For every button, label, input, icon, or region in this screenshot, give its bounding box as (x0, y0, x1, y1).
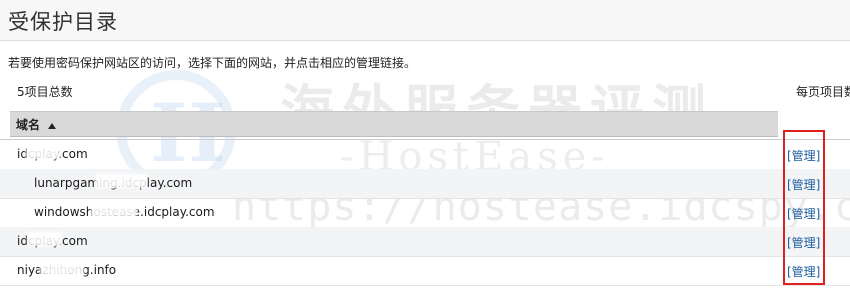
page: 受保护目录 若要使用密码保护网站区的访问，选择下面的网站，并点击相应的管理链接。… (0, 0, 850, 290)
table-row: lunarpgaming.idcplay.com [管理] (0, 169, 850, 199)
table-row: niyazhihong.info [管理] (0, 256, 850, 286)
items-total-count: 5项目总数 (17, 85, 73, 99)
page-header: 受保护目录 (0, 0, 850, 41)
row-domain: niyazhihong.info (17, 263, 117, 277)
row-domain: idcplay.com (17, 147, 88, 161)
page-title: 受保护目录 (8, 10, 118, 34)
table-row: windowshostease.idcplay.com [管理] (0, 198, 850, 228)
table-row: idcplay.com [管理] (0, 140, 850, 170)
row-domain: idcplay.com (17, 234, 88, 248)
domain-header-text[interactable]: 域名 (16, 118, 40, 132)
sort-up-icon[interactable] (48, 122, 57, 129)
domain-header-label[interactable]: 域名 (16, 116, 57, 133)
domain-column-header[interactable]: 域名 (10, 111, 778, 137)
row-domain: lunarpgaming.idcplay.com (34, 176, 193, 190)
page-instructions: 若要使用密码保护网站区的访问，选择下面的网站，并点击相应的管理链接。 (8, 56, 417, 70)
manage-links-highlight-box (783, 130, 825, 285)
row-domain: windowshostease.idcplay.com (34, 205, 215, 219)
table-row: idcplay.com [管理] (0, 227, 850, 257)
items-per-page-label: 每页项目数 (796, 85, 850, 99)
